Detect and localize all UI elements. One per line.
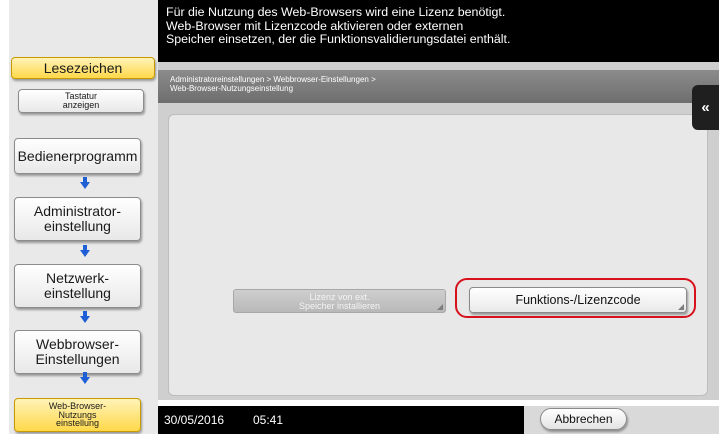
nav-webbrowser-line1: Webbrowser-	[36, 336, 119, 353]
nav-current-line3: einstellung	[55, 418, 100, 429]
keyboard-label-line2: anzeigen	[62, 100, 100, 110]
message-line3: Speicher einsetzen, der die Funktionsval…	[166, 32, 511, 46]
left-navigation: Lesezeichen Tastatur anzeigen Bedienerpr…	[9, 0, 158, 434]
status-date: 30/05/2016	[164, 413, 225, 427]
corner-marker-icon	[678, 304, 684, 310]
message-line1: Für die Nutzung des Web-Browsers wird ei…	[166, 5, 506, 19]
nav-network-line1: Netzwerk-	[45, 270, 109, 287]
bookmark-button[interactable]: Lesezeichen	[11, 57, 155, 79]
status-time: 05:41	[253, 413, 284, 427]
function-license-code-button[interactable]: Funktions-/Lizenzcode	[469, 287, 687, 313]
down-arrow-icon	[80, 311, 90, 323]
nav-network-line2: einstellung	[44, 285, 111, 301]
nav-webbrowser-settings[interactable]: Webbrowser- Einstellungen	[14, 330, 141, 374]
corner-marker-icon	[437, 304, 443, 310]
install-license-external-button: Lizenz von ext. Speicher installieren	[233, 289, 446, 313]
breadcrumb: Administratoreinstellungen > Webbrowser-…	[158, 70, 719, 103]
cancel-label: Abbrechen	[554, 412, 613, 426]
nav-administrator-line1: Administrator-	[33, 203, 122, 220]
message-line2: Web-Browser mit Lizenzcode aktivieren od…	[166, 18, 464, 33]
nav-current-web-browser-usage[interactable]: Web-Browser- Nutzungs einstellung	[14, 398, 141, 432]
nav-network-setting[interactable]: Netzwerk- einstellung	[14, 264, 141, 308]
cancel-button[interactable]: Abbrechen	[540, 408, 627, 430]
down-arrow-icon	[80, 177, 90, 189]
show-keyboard-button[interactable]: Tastatur anzeigen	[18, 89, 144, 113]
license-message: Für die Nutzung des Web-Browsers wird ei…	[166, 5, 511, 47]
message-header: Für die Nutzung des Web-Browsers wird ei…	[158, 0, 719, 62]
status-bar: 30/05/2016 05:41	[158, 406, 524, 434]
down-arrow-icon	[80, 245, 90, 257]
down-arrow-icon	[80, 372, 90, 384]
breadcrumb-line2: Web-Browser-Nutzungseinstellung	[170, 83, 294, 93]
content-area: Lizenz von ext. Speicher installieren Fu…	[168, 114, 708, 396]
nav-administrator-setting[interactable]: Administrator- einstellung	[14, 197, 141, 241]
bookmark-label: Lesezeichen	[43, 59, 123, 76]
nav-webbrowser-line2: Einstellungen	[35, 351, 120, 367]
nav-operator-program-label: Bedienerprogramm	[17, 147, 138, 164]
license-code-label: Funktions-/Lizenzcode	[515, 293, 641, 307]
nav-administrator-line2: einstellung	[44, 218, 111, 234]
collapse-panel-tab[interactable]: «	[692, 85, 719, 130]
main-panel: Administratoreinstellungen > Webbrowser-…	[158, 62, 719, 400]
install-license-line2: Speicher installieren	[298, 301, 381, 311]
double-chevron-left-icon: «	[701, 99, 710, 116]
nav-operator-program[interactable]: Bedienerprogramm	[14, 138, 141, 174]
